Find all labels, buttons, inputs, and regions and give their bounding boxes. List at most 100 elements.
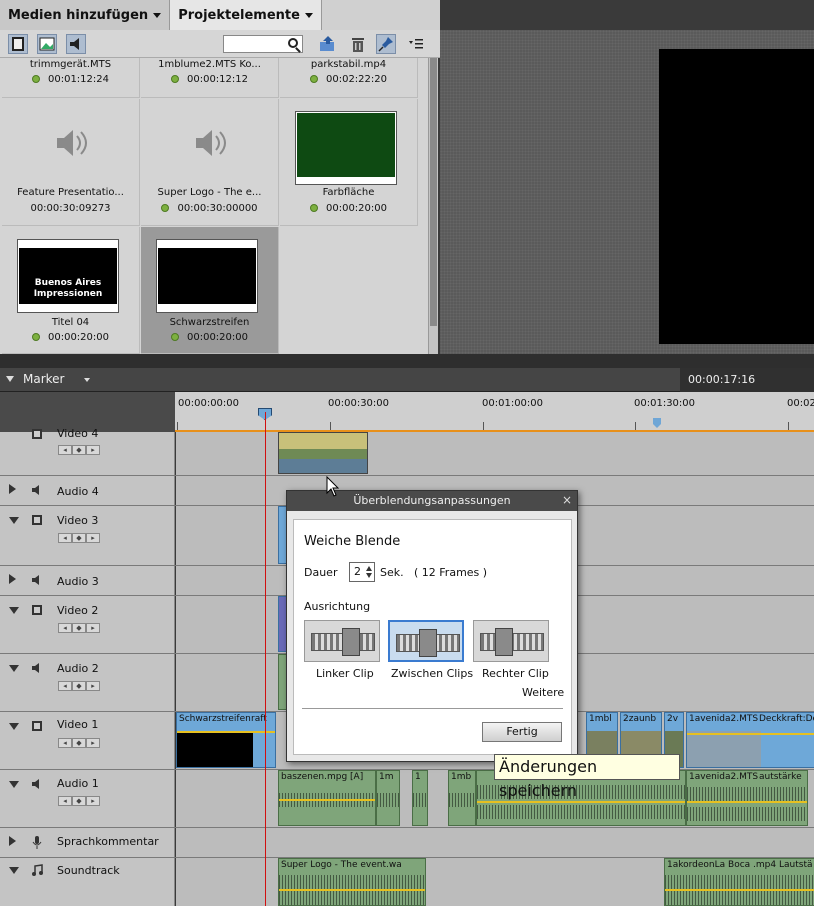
- video-clip[interactable]: Schwarzstreifen raft: [176, 712, 276, 768]
- marker-bar: Marker 00:00:17:16: [0, 368, 814, 392]
- film-icon: [31, 720, 43, 732]
- audio-filter-icon[interactable]: [66, 34, 86, 54]
- music-note-icon: [31, 864, 43, 876]
- status-dot: [161, 204, 170, 212]
- film-icon: [31, 428, 43, 440]
- frames-label: ( 12 Frames ): [414, 566, 488, 579]
- track-soundtrack: Soundtrack Super Logo - The event.wa 1ak…: [0, 858, 814, 906]
- project-toolbar: [0, 30, 440, 58]
- media-item[interactable]: Buenos Aires Impressionen Titel 04 00:00…: [2, 227, 140, 354]
- panel-tabs: Medien hinzufügen Projektelemente: [0, 0, 440, 30]
- media-item[interactable]: 1mblume2.MTS Ko... 00:00:12:12: [141, 58, 279, 98]
- media-item[interactable]: Schwarzstreifen 00:00:20:00: [141, 227, 279, 354]
- filmstrip-icon: [311, 628, 375, 656]
- video-clip[interactable]: 1avenida2.MTS Deckkraft:Dec: [686, 712, 814, 768]
- collapse-icon[interactable]: [9, 607, 19, 614]
- filmstrip-icon: [480, 628, 544, 656]
- align-left-clip-button[interactable]: [304, 620, 380, 662]
- divider: [302, 708, 563, 709]
- close-icon[interactable]: ×: [562, 493, 572, 507]
- microphone-icon: [31, 835, 43, 849]
- video-clip[interactable]: [278, 432, 368, 474]
- align-right-label: Rechter Clip: [482, 667, 549, 680]
- black-video-thumbnail: [156, 239, 258, 313]
- tab-projektelemente[interactable]: Projektelemente: [170, 0, 322, 30]
- duration-label: Dauer: [304, 566, 338, 579]
- chevron-down-icon: [304, 12, 313, 18]
- collapse-icon[interactable]: [6, 376, 14, 382]
- marker-menu[interactable]: Marker: [23, 372, 64, 386]
- audio-clip[interactable]: 1mb: [448, 770, 476, 826]
- media-item[interactable]: parkstabil.mp4 00:02:22:20: [280, 58, 418, 98]
- unit-label: Sek.: [380, 566, 404, 579]
- track-video-4: Video 4 ◂ ◆ ▸: [0, 427, 814, 476]
- audio-clip[interactable]: 1akordeonLa Boca .mp4 Lautstä: [664, 858, 814, 906]
- audio-clip[interactable]: baszenen.mpg [A]: [278, 770, 376, 826]
- ruler-spacer: [0, 392, 175, 432]
- align-left-label: Linker Clip: [316, 667, 374, 680]
- expand-icon[interactable]: [9, 836, 16, 846]
- color-matte-thumbnail: [295, 111, 397, 185]
- chevron-down-icon: [153, 12, 162, 18]
- trash-icon[interactable]: [348, 34, 368, 54]
- track-voiceover: Sprachkommentar: [0, 828, 814, 858]
- chevron-down-icon[interactable]: [84, 378, 90, 382]
- speaker-icon: [196, 130, 226, 156]
- keyframe-controls[interactable]: ◂ ◆ ▸: [58, 533, 100, 543]
- track-audio-1: Audio 1 ◂ ◆ ▸ baszenen.mpg [A] 1m 1 1mb 1a…: [0, 770, 814, 828]
- status-dot: [309, 204, 318, 212]
- image-filter-icon[interactable]: [37, 34, 57, 54]
- search-icon: [288, 38, 298, 48]
- stepper-down-icon[interactable]: [366, 573, 372, 578]
- film-icon: [31, 604, 43, 616]
- audio-clip[interactable]: Super Logo - The event.wa: [278, 858, 426, 906]
- title-thumbnail: Buenos Aires Impressionen: [17, 239, 119, 313]
- align-between-clips-button[interactable]: [388, 620, 464, 662]
- done-button[interactable]: Fertig: [482, 722, 562, 742]
- align-right-clip-button[interactable]: [473, 620, 549, 662]
- duration-stepper[interactable]: 2: [349, 562, 375, 582]
- audio-clip[interactable]: 1: [412, 770, 428, 826]
- keyframe-controls[interactable]: ◂ ◆ ▸: [58, 445, 100, 455]
- panel-menu-icon[interactable]: [406, 34, 426, 54]
- pin-icon[interactable]: [376, 34, 396, 54]
- expand-icon[interactable]: [9, 484, 16, 494]
- search-input[interactable]: [223, 35, 303, 53]
- status-dot: [31, 75, 40, 83]
- media-scrollbar[interactable]: [428, 58, 438, 354]
- speaker-icon: [31, 484, 43, 496]
- media-item[interactable]: Super Logo - The e... 00:00:30:00000: [141, 99, 279, 226]
- collapse-icon[interactable]: [9, 665, 19, 672]
- tab-medien-hinzufuegen[interactable]: Medien hinzufügen: [0, 0, 171, 30]
- keyframe-controls[interactable]: ◂ ◆ ▸: [58, 623, 100, 633]
- audio-clip[interactable]: 1m: [376, 770, 400, 826]
- media-item[interactable]: Feature Presentatio... 00:00:30:09273: [2, 99, 140, 226]
- speaker-icon: [31, 778, 43, 790]
- more-link[interactable]: Weitere: [522, 686, 564, 699]
- alignment-label: Ausrichtung: [304, 600, 371, 613]
- collapse-icon[interactable]: [9, 517, 19, 524]
- collapse-icon[interactable]: [9, 781, 19, 788]
- marker-pin[interactable]: [653, 418, 661, 428]
- keyframe-controls[interactable]: ◂ ◆ ▸: [58, 796, 100, 806]
- expand-icon[interactable]: [9, 574, 16, 584]
- video-filter-icon[interactable]: [8, 34, 28, 54]
- media-item[interactable]: Farbfläche 00:00:20:00: [280, 99, 418, 226]
- stepper-up-icon[interactable]: [366, 566, 372, 571]
- status-dot: [170, 75, 179, 83]
- status-dot: [309, 75, 318, 83]
- panel-divider[interactable]: [0, 354, 814, 368]
- align-mid-label: Zwischen Clips: [391, 667, 474, 680]
- speaker-icon: [57, 130, 87, 156]
- folder-up-icon[interactable]: [318, 34, 338, 54]
- keyframe-controls[interactable]: ◂ ◆ ▸: [58, 738, 100, 748]
- keyframe-controls[interactable]: ◂ ◆ ▸: [58, 681, 100, 691]
- media-item[interactable]: trimmgerät.MTS 00:01:12:24: [2, 58, 140, 98]
- audio-clip[interactable]: 1avenida2.MTS autstärke: [686, 770, 808, 826]
- transition-name: Weiche Blende: [304, 534, 401, 549]
- collapse-icon[interactable]: [9, 723, 19, 730]
- playhead-line[interactable]: [265, 412, 266, 906]
- monitor-preview: [440, 30, 814, 364]
- collapse-icon[interactable]: [9, 867, 19, 874]
- mouse-cursor-icon: [326, 476, 340, 497]
